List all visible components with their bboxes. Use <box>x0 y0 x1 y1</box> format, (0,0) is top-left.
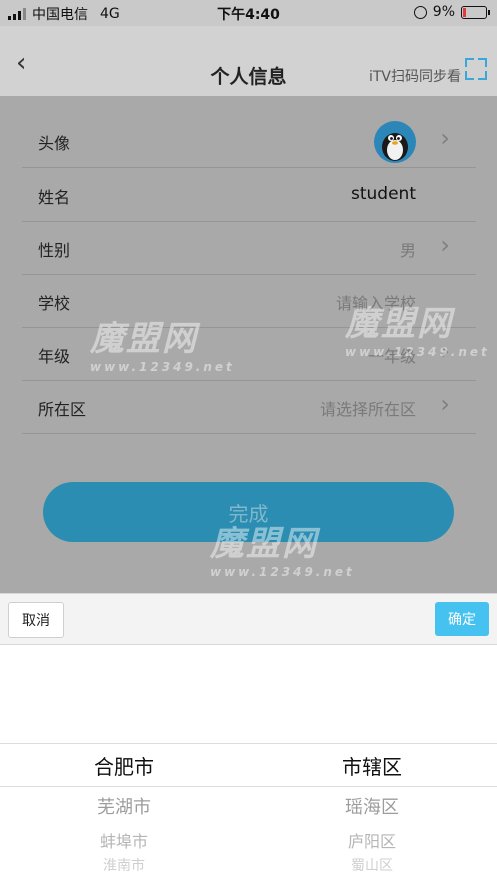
district-label: 所在区 <box>38 400 87 419</box>
gender-row[interactable]: 性别 男 › <box>22 221 476 275</box>
school-row[interactable]: 学校 请输入学校 <box>22 274 476 328</box>
district-option[interactable]: 蜀山区 <box>248 855 496 871</box>
status-bar: 中国电信 4G 下午4:40 9% <box>0 0 497 26</box>
city-option[interactable]: 芜湖市 <box>0 793 248 819</box>
picker-toolbar: 取消 确定 <box>0 593 497 645</box>
scan-icon[interactable] <box>465 58 487 80</box>
city-option[interactable]: 淮南市 <box>0 855 248 871</box>
profile-form: 头像 › 姓名 student 性别 男 › 学校 请输入学校 年级 一年级 ›… <box>0 96 497 593</box>
district-picker: 取消 确定 合肥市 芜湖市 蚌埠市 淮南市 市辖区 瑶海区 庐阳区 蜀山区 <box>0 593 497 883</box>
battery-percent: 9% <box>432 4 455 20</box>
city-option-selected[interactable]: 合肥市 <box>0 751 248 780</box>
cancel-button[interactable]: 取消 <box>8 602 64 638</box>
chevron-right-icon: › <box>440 124 450 152</box>
chevron-right-icon: › <box>440 231 450 259</box>
name-value: student <box>351 184 416 204</box>
city-option[interactable]: 蚌埠市 <box>0 828 248 852</box>
district-row[interactable]: 所在区 请选择所在区 › <box>22 380 476 434</box>
name-label: 姓名 <box>38 188 71 207</box>
avatar-row[interactable]: 头像 › <box>22 114 476 168</box>
nav-bar: ‹ 个人信息 iTV扫码同步看 <box>0 26 497 96</box>
gender-label: 性别 <box>38 241 71 260</box>
grade-row[interactable]: 年级 一年级 › <box>22 327 476 381</box>
done-button[interactable]: 完成 <box>43 482 454 542</box>
rotation-lock-icon <box>413 5 427 19</box>
school-input[interactable]: 请输入学校 <box>336 290 416 314</box>
district-value: 请选择所在区 <box>319 400 416 419</box>
chevron-right-icon: › <box>440 390 450 418</box>
confirm-button[interactable]: 确定 <box>435 602 489 636</box>
avatar <box>374 121 416 163</box>
grade-label: 年级 <box>38 347 71 366</box>
chevron-right-icon: › <box>440 337 450 365</box>
gender-value: 男 <box>399 241 416 260</box>
penguin-avatar-icon <box>382 133 408 161</box>
battery-icon <box>461 5 490 19</box>
district-option[interactable]: 瑶海区 <box>248 793 496 819</box>
district-option-selected[interactable]: 市辖区 <box>248 751 496 780</box>
school-label: 学校 <box>38 294 71 313</box>
itv-sync-link[interactable]: iTV扫码同步看 <box>369 66 461 86</box>
avatar-label: 头像 <box>38 134 71 153</box>
name-row[interactable]: 姓名 student <box>22 168 476 222</box>
grade-value: 一年级 <box>367 347 416 366</box>
status-right: 9% <box>413 4 490 20</box>
district-option[interactable]: 庐阳区 <box>248 828 496 852</box>
